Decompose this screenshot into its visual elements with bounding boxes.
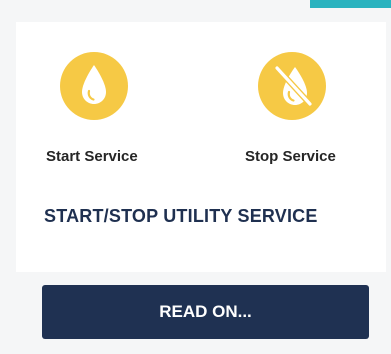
card-title: START/STOP UTILITY SERVICE [44,206,318,226]
start-service-link[interactable] [60,52,128,120]
stop-service-link[interactable] [258,52,326,120]
accent-tab [310,0,391,8]
read-on-button[interactable]: READ ON... [42,285,369,339]
stop-service-label[interactable]: Stop Service [245,148,336,165]
start-service-label[interactable]: Start Service [46,148,138,165]
utility-service-card: Start Service Stop Service START/STOP UT… [16,22,386,272]
